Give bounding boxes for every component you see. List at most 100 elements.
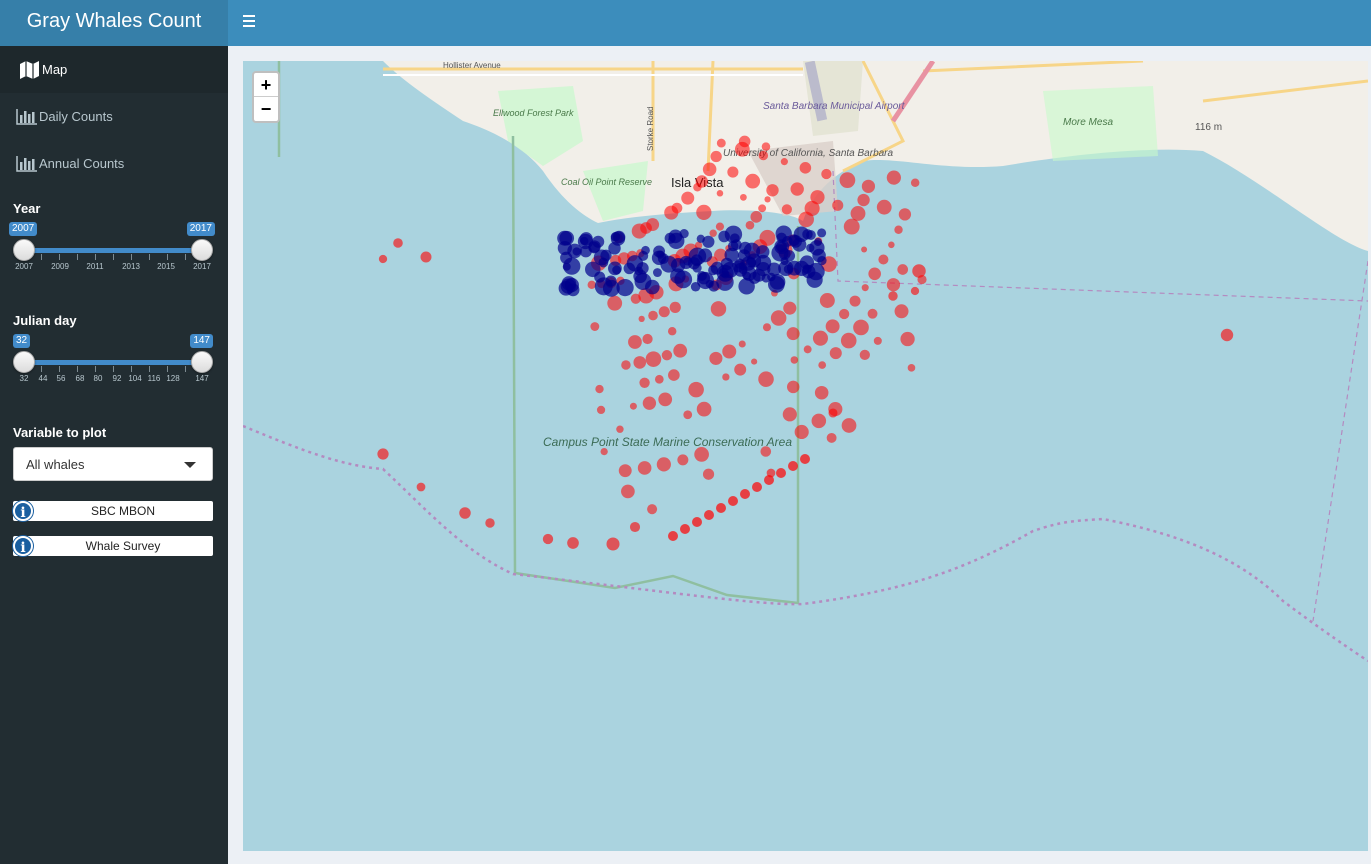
sighting-point <box>761 142 771 151</box>
sighting-point <box>590 322 600 331</box>
zoom-in-button[interactable]: + <box>254 73 278 97</box>
sighting-point <box>758 204 767 213</box>
sighting-point <box>639 377 650 388</box>
sidebar-toggle-icon[interactable] <box>240 12 258 32</box>
sighting-point <box>612 265 622 275</box>
sighting-point <box>861 284 869 292</box>
sighting-point <box>647 504 658 515</box>
chevron-down-icon <box>184 462 196 468</box>
sighting-point <box>743 242 761 260</box>
sighting-point <box>420 251 432 263</box>
sighting-point <box>638 250 649 261</box>
bar-chart-icon <box>16 108 37 125</box>
sighting-point <box>758 150 769 161</box>
tick-label: 2009 <box>51 262 69 271</box>
variable-label: Variable to plot <box>13 425 107 440</box>
whale-survey-button[interactable]: i Whale Survey <box>13 536 213 556</box>
julian-to-handle[interactable] <box>191 351 213 373</box>
sidebar-item-map[interactable]: Map <box>0 46 228 93</box>
sighting-point <box>755 254 772 271</box>
map-panel[interactable]: Isla Vista Coal Oil Point Reserve Ellwoo… <box>243 61 1368 851</box>
sighting-point <box>377 448 389 460</box>
sighting-point <box>798 211 814 228</box>
sidebar-item-daily-counts[interactable]: Daily Counts <box>0 93 228 140</box>
sighting-point <box>633 356 647 369</box>
sidebar-item-annual-counts[interactable]: Annual Counts <box>0 140 228 187</box>
sighting-point <box>637 461 652 475</box>
tick-label: 147 <box>195 374 209 383</box>
sighting-point <box>722 373 730 381</box>
sighting-point <box>716 189 724 197</box>
sighting-point <box>564 277 579 293</box>
sighting-point <box>628 335 642 349</box>
sighting-point <box>801 264 816 279</box>
sighting-point <box>867 308 878 319</box>
sighting-point <box>788 461 798 471</box>
sighting-point <box>704 510 714 520</box>
sighting-point <box>722 344 737 359</box>
sidebar-item-label: Annual Counts <box>39 156 125 171</box>
sighting-point <box>843 218 860 235</box>
sighting-point <box>888 291 898 301</box>
sighting-point <box>702 468 715 480</box>
sighting-point <box>416 482 426 492</box>
sighting-point <box>894 304 909 319</box>
zoom-control: + − <box>252 71 280 123</box>
sighting-point <box>828 408 838 418</box>
sighting-point <box>783 250 796 262</box>
sighting-point <box>760 446 772 457</box>
sighting-point <box>587 280 596 290</box>
sbc-mbon-button[interactable]: i SBC MBON <box>13 501 213 521</box>
sighting-point <box>850 206 866 221</box>
sighting-point <box>740 193 747 201</box>
sighting-point <box>745 220 755 230</box>
sighting-point <box>567 537 579 549</box>
sighting-point <box>868 267 881 281</box>
sighting-point <box>688 381 704 398</box>
sighting-point <box>629 521 641 533</box>
sighting-point <box>644 279 660 295</box>
sighting-point <box>811 413 827 429</box>
sighting-point <box>878 254 889 265</box>
variable-select[interactable]: All whales <box>13 447 213 481</box>
sighting-point <box>764 475 774 485</box>
info-icon: i <box>13 501 33 521</box>
sighting-point <box>598 257 609 268</box>
sighting-point <box>750 211 763 223</box>
tick-label: 128 <box>166 374 180 383</box>
sighting-point <box>740 489 750 499</box>
sighting-point <box>696 234 705 243</box>
sighting-point <box>393 238 403 248</box>
tick-label: 80 <box>93 374 103 383</box>
sighting-point <box>786 380 800 394</box>
sighting-point <box>758 371 774 387</box>
sighting-point <box>861 179 876 193</box>
sighting-point <box>595 384 604 394</box>
julian-from-handle[interactable] <box>13 351 35 373</box>
tick-label: 116 <box>147 374 161 383</box>
sighting-point <box>825 319 840 334</box>
sighting-point <box>861 246 868 253</box>
sighting-point <box>897 264 909 275</box>
sighting-point <box>580 236 589 246</box>
year-label: Year <box>13 201 41 216</box>
sighting-point <box>656 457 671 472</box>
sighting-point <box>817 228 827 238</box>
year-to-handle[interactable] <box>191 239 213 261</box>
sighting-point <box>841 418 857 433</box>
sighting-point <box>912 264 926 278</box>
julian-day-slider[interactable]: 32 147 32 44 56 68 80 92 104 116 128 147 <box>13 334 213 394</box>
julian-from-tag: 32 <box>13 334 31 348</box>
year-slider[interactable]: 2007 2017 2007 2009 2011 2013 2015 2017 <box>9 222 215 282</box>
sighting-point <box>775 225 792 242</box>
sighting-point <box>752 482 762 492</box>
sighting-point <box>792 237 807 252</box>
year-from-handle[interactable] <box>13 239 35 261</box>
sighting-point <box>812 330 828 346</box>
sighting-point <box>629 402 637 410</box>
sighting-point <box>783 301 797 315</box>
sighting-point <box>559 230 575 246</box>
zoom-out-button[interactable]: − <box>254 97 278 121</box>
sighting-point <box>664 205 679 220</box>
sighting-point <box>751 358 758 365</box>
